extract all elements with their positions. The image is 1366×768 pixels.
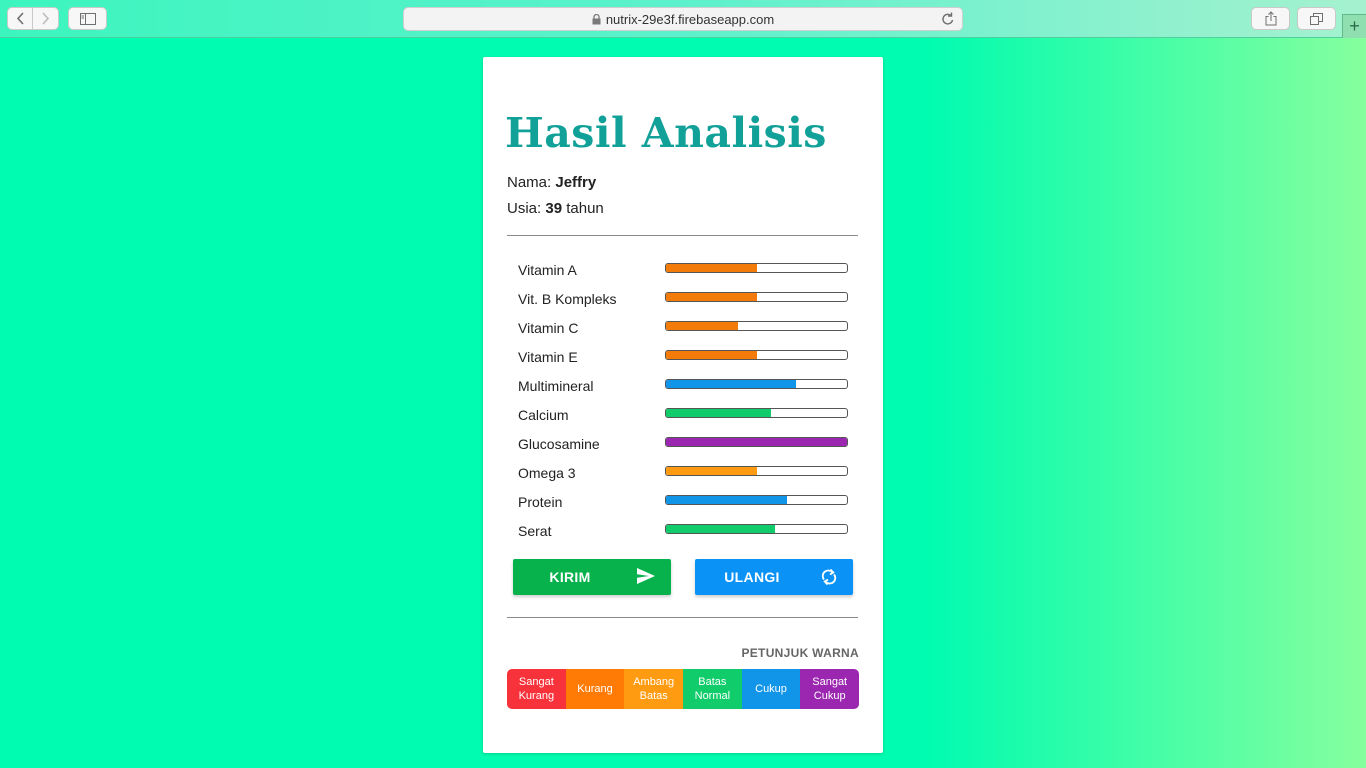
- page-title: Hasil Analisis: [505, 109, 827, 157]
- ulangi-button-label: ULANGI: [724, 569, 780, 585]
- nutrient-label: Vitamin E: [518, 348, 578, 365]
- new-tab-button[interactable]: +: [1342, 14, 1366, 38]
- age-label: Usia:: [507, 200, 542, 217]
- nutrient-label: Omega 3: [518, 464, 576, 481]
- nutrient-row: Omega 3: [518, 458, 848, 487]
- nutrient-row: Multimineral: [518, 371, 848, 400]
- url-text: nutrix-29e3f.firebaseapp.com: [605, 11, 775, 27]
- plus-icon: +: [1349, 16, 1360, 36]
- age-unit: tahun: [566, 200, 604, 217]
- name-label: Nama:: [507, 174, 552, 191]
- nutrient-progress-bar: [665, 263, 848, 273]
- legend-item-line2: Cukup: [813, 690, 846, 702]
- browser-toolbar: nutrix-29e3f.firebaseapp.com +: [0, 0, 1366, 38]
- share-button[interactable]: [1251, 7, 1290, 30]
- legend-item: Sangat Cukup: [800, 669, 859, 709]
- nutrient-progress-bar: [665, 466, 848, 476]
- nutrient-progress-bar: [665, 408, 848, 418]
- legend-item-line1: Ambang: [633, 676, 675, 688]
- history-nav: [7, 7, 59, 30]
- nutrient-row: Vitamin C: [518, 313, 848, 342]
- nutrient-progress-bar: [665, 350, 848, 360]
- tabs-overview-button[interactable]: [1297, 7, 1336, 30]
- chevron-left-icon: [16, 12, 24, 25]
- legend-item: Batas Normal: [683, 669, 742, 709]
- sidebar-toggle-button[interactable]: [68, 7, 107, 30]
- nutrient-label: Multimineral: [518, 377, 594, 394]
- nutrient-progress-fill: [666, 467, 757, 475]
- send-icon: [637, 568, 655, 584]
- share-icon: [1265, 11, 1276, 26]
- tabs-icon: [1310, 12, 1323, 25]
- nutrient-progress-bar: [665, 495, 848, 505]
- nutrient-row: Vitamin E: [518, 342, 848, 371]
- nutrient-label: Vitamin A: [518, 261, 577, 278]
- nutrient-label: Serat: [518, 522, 552, 539]
- nutrient-row: Protein: [518, 487, 848, 516]
- nutrient-progress-bar: [665, 437, 848, 447]
- reload-icon[interactable]: [941, 11, 955, 27]
- nutrient-progress-fill: [666, 293, 757, 301]
- nutrient-progress-bar: [665, 321, 848, 331]
- nutrient-row: Vit. B Kompleks: [518, 284, 848, 313]
- age-value: 39: [545, 200, 563, 217]
- color-legend: Sangat Kurang Kurang Ambang Batas Batas Normal…: [507, 669, 859, 709]
- legend-item-line2: Normal: [694, 690, 731, 702]
- nutrient-label: Protein: [518, 493, 563, 510]
- address-bar[interactable]: nutrix-29e3f.firebaseapp.com: [403, 7, 963, 31]
- nutrient-progress-fill: [666, 496, 788, 504]
- nutrient-row: Serat: [518, 516, 848, 545]
- nutrient-label: Calcium: [518, 406, 569, 423]
- sidebar-icon: [79, 12, 96, 25]
- nutrient-progress-bar: [665, 292, 848, 302]
- legend-item-line1: Sangat: [812, 676, 848, 688]
- lock-icon: [592, 13, 601, 25]
- nutrient-progress-fill: [666, 409, 771, 417]
- nutrient-progress-fill: [666, 438, 847, 446]
- refresh-icon: [821, 568, 837, 586]
- legend-item: Sangat Kurang: [507, 669, 566, 709]
- legend-item-line1: Sangat: [518, 676, 554, 688]
- chevron-right-icon: [42, 12, 50, 25]
- legend-title: PETUNJUK WARNA: [741, 646, 859, 660]
- legend-item-line2: Kurang: [518, 690, 555, 702]
- nutrient-row: Vitamin A: [518, 255, 848, 284]
- legend-item-line1: Cukup: [755, 683, 787, 695]
- legend-item-line1: Batas: [698, 676, 727, 688]
- legend-item: Cukup: [741, 669, 801, 709]
- legend-item-line1: Kurang: [577, 683, 613, 695]
- name-line: Nama: Jeffry: [507, 174, 596, 191]
- divider-bottom: [507, 617, 858, 618]
- age-line: Usia: 39 tahun: [507, 200, 604, 217]
- nutrient-label: Vit. B Kompleks: [518, 290, 617, 307]
- kirim-button-label: KIRIM: [549, 569, 591, 585]
- nutrient-list: Vitamin A Vit. B Kompleks Vitamin C Vitamin…: [518, 255, 848, 545]
- nutrient-row: Glucosamine: [518, 429, 848, 458]
- nutrient-label: Vitamin C: [518, 319, 579, 336]
- forward-button[interactable]: [33, 7, 59, 30]
- result-card: Hasil Analisis Nama: Jeffry Usia: 39 tah…: [483, 57, 883, 753]
- kirim-button[interactable]: KIRIM: [513, 559, 671, 595]
- legend-item-line2: Batas: [639, 690, 668, 702]
- nutrient-progress-fill: [666, 525, 775, 533]
- nutrient-progress-fill: [666, 351, 757, 359]
- nutrient-progress-bar: [665, 379, 848, 389]
- divider-top: [507, 235, 858, 236]
- name-value: Jeffry: [555, 174, 597, 191]
- legend-item: Kurang: [565, 669, 625, 709]
- nutrient-progress-bar: [665, 524, 848, 534]
- nutrient-progress-fill: [666, 380, 797, 388]
- nutrient-label: Glucosamine: [518, 435, 600, 452]
- nutrient-row: Calcium: [518, 400, 848, 429]
- back-button[interactable]: [7, 7, 33, 30]
- ulangi-button[interactable]: ULANGI: [695, 559, 853, 595]
- nutrient-progress-fill: [666, 264, 757, 272]
- legend-item: Ambang Batas: [624, 669, 684, 709]
- nutrient-progress-fill: [666, 322, 739, 330]
